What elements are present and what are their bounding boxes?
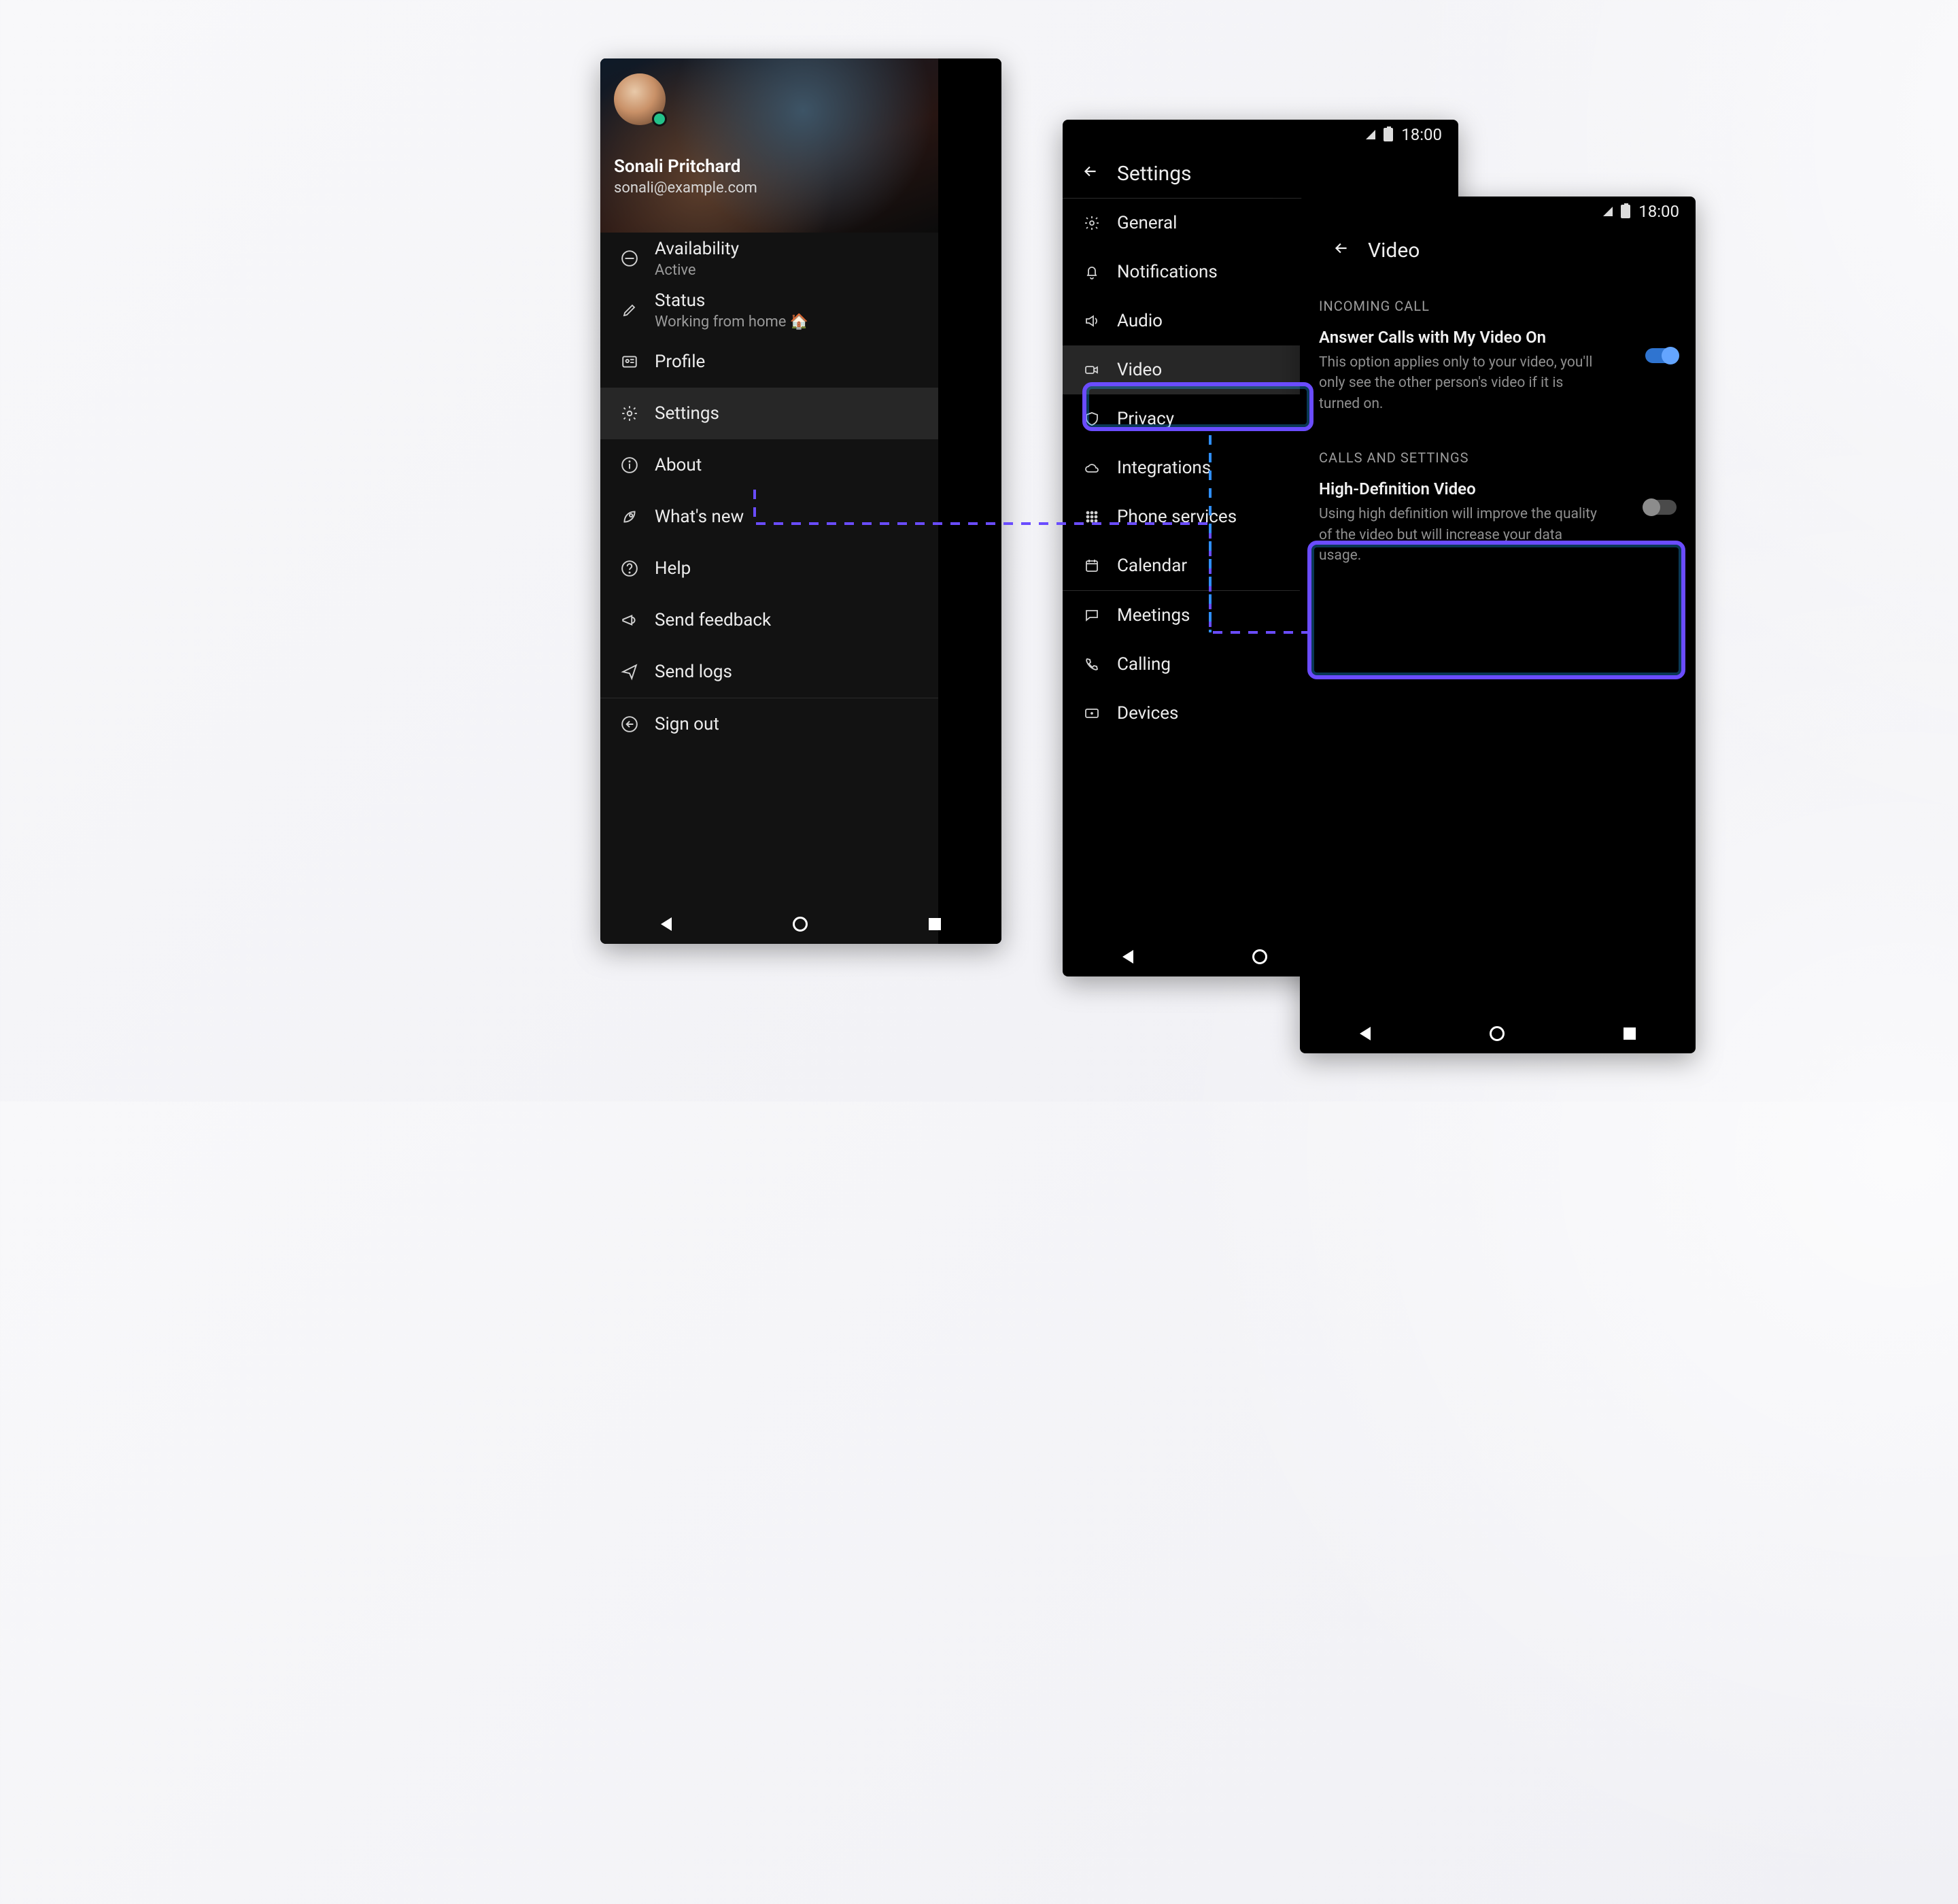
dialpad-icon bbox=[1083, 509, 1101, 525]
nav-home-icon[interactable] bbox=[1252, 949, 1267, 964]
section-incoming-header: INCOMING CALL bbox=[1300, 275, 1696, 322]
speaker-icon bbox=[1083, 313, 1101, 329]
user-name: Sonali Pritchard bbox=[614, 156, 925, 177]
row-about[interactable]: About bbox=[600, 439, 938, 491]
row-status[interactable]: Status Working from home 🏠 bbox=[600, 284, 938, 336]
id-card-icon bbox=[621, 353, 638, 371]
row-availability[interactable]: Availability Active bbox=[600, 233, 938, 284]
setting-answer-video[interactable]: Answer Calls with My Video On This optio… bbox=[1300, 322, 1696, 426]
notifications-label: Notifications bbox=[1117, 262, 1218, 282]
devices-icon bbox=[1083, 705, 1101, 721]
shield-icon bbox=[1083, 411, 1101, 427]
row-profile[interactable]: Profile bbox=[600, 336, 938, 388]
gear-icon bbox=[621, 405, 638, 422]
setting-answer-desc: This option applies only to your video, … bbox=[1319, 352, 1604, 414]
signout-icon bbox=[621, 715, 638, 733]
setting-hd-desc: Using high definition will improve the q… bbox=[1319, 504, 1604, 566]
help-label: Help bbox=[655, 558, 691, 579]
nav-back-icon[interactable] bbox=[661, 917, 672, 931]
row-logs[interactable]: Send logs bbox=[600, 646, 938, 698]
presence-dot bbox=[652, 112, 667, 126]
setting-answer-title: Answer Calls with My Video On bbox=[1319, 328, 1634, 347]
availability-value: Active bbox=[655, 262, 739, 279]
status-bar: 18:00 bbox=[1300, 197, 1696, 226]
megaphone-icon bbox=[621, 611, 638, 629]
settings-label: Settings bbox=[655, 403, 719, 424]
battery-icon bbox=[1384, 128, 1393, 141]
nav-home-icon[interactable] bbox=[1490, 1026, 1505, 1041]
rocket-icon bbox=[621, 508, 638, 526]
clock: 18:00 bbox=[1638, 202, 1679, 221]
send-icon bbox=[621, 663, 638, 681]
phone-icon bbox=[1083, 656, 1101, 673]
avatar[interactable] bbox=[614, 73, 666, 125]
privacy-label: Privacy bbox=[1117, 409, 1174, 429]
status-bar: 18:00 bbox=[1063, 120, 1458, 150]
logs-label: Send logs bbox=[655, 662, 732, 682]
nav-back-icon[interactable] bbox=[1122, 950, 1133, 964]
about-label: About bbox=[655, 455, 702, 475]
row-help[interactable]: Help bbox=[600, 543, 938, 594]
phone-video-settings: 18:00 Video INCOMING CALL Answer Calls w… bbox=[1300, 197, 1696, 1053]
video-title: Video bbox=[1368, 239, 1420, 262]
nav-home-icon[interactable] bbox=[793, 917, 808, 932]
status-value: Working from home 🏠 bbox=[655, 313, 808, 330]
phoneservices-label: Phone services bbox=[1117, 507, 1237, 527]
profile-label: Profile bbox=[655, 352, 705, 372]
bell-icon bbox=[1083, 264, 1101, 280]
row-feedback[interactable]: Send feedback bbox=[600, 594, 938, 646]
cloud-icon bbox=[1083, 460, 1101, 476]
feedback-label: Send feedback bbox=[655, 610, 771, 630]
devices-label: Devices bbox=[1117, 703, 1178, 724]
video-icon bbox=[1083, 362, 1101, 378]
profile-header: Sonali Pritchard sonali@example.com bbox=[600, 58, 938, 233]
signal-icon bbox=[1366, 130, 1375, 139]
gear-icon bbox=[1083, 215, 1101, 231]
android-navbar bbox=[1300, 1014, 1696, 1053]
setting-hd-title: High-Definition Video bbox=[1319, 479, 1634, 498]
video-label: Video bbox=[1117, 360, 1162, 380]
audio-label: Audio bbox=[1117, 311, 1163, 331]
signal-icon bbox=[1603, 207, 1613, 216]
calling-label: Calling bbox=[1117, 654, 1171, 675]
toggle-answer-video[interactable] bbox=[1645, 348, 1677, 363]
row-whatsnew[interactable]: What's new bbox=[600, 491, 938, 543]
integrations-label: Integrations bbox=[1117, 458, 1211, 478]
status-label: Status bbox=[655, 290, 808, 311]
back-arrow-icon[interactable] bbox=[1082, 162, 1099, 186]
row-settings[interactable]: Settings bbox=[600, 388, 938, 439]
back-arrow-icon[interactable] bbox=[1333, 239, 1350, 262]
clock: 18:00 bbox=[1401, 125, 1442, 144]
availability-icon bbox=[621, 250, 638, 267]
help-icon bbox=[621, 560, 638, 577]
general-label: General bbox=[1117, 213, 1177, 233]
signout-label: Sign out bbox=[655, 714, 719, 734]
nav-recent-icon[interactable] bbox=[1624, 1027, 1636, 1040]
pencil-icon bbox=[621, 302, 638, 318]
info-icon bbox=[621, 456, 638, 474]
setting-hd-video[interactable]: High-Definition Video Using high definit… bbox=[1300, 474, 1696, 578]
android-navbar bbox=[600, 904, 1001, 944]
battery-icon bbox=[1621, 205, 1630, 218]
phone-profile-drawer: Sonali Pritchard sonali@example.com Avai… bbox=[600, 58, 1001, 944]
calendar-icon bbox=[1083, 558, 1101, 574]
availability-label: Availability bbox=[655, 239, 739, 259]
toggle-hd-video[interactable] bbox=[1645, 500, 1677, 515]
user-email: sonali@example.com bbox=[614, 180, 925, 197]
section-calls-header: CALLS AND SETTINGS bbox=[1300, 426, 1696, 474]
chat-icon bbox=[1083, 607, 1101, 624]
meetings-label: Meetings bbox=[1117, 605, 1190, 626]
calendar-label: Calendar bbox=[1117, 556, 1187, 576]
nav-back-icon[interactable] bbox=[1360, 1027, 1371, 1040]
settings-title: Settings bbox=[1117, 162, 1192, 186]
nav-recent-icon[interactable] bbox=[929, 918, 941, 930]
whatsnew-label: What's new bbox=[655, 507, 744, 527]
row-signout[interactable]: Sign out bbox=[600, 698, 938, 750]
